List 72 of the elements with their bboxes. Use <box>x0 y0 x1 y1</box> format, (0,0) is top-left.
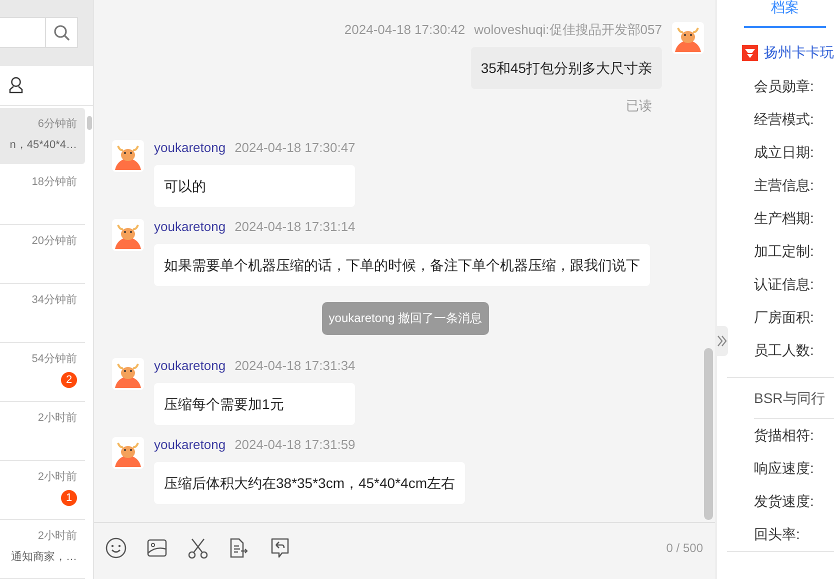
message-time: 2024-04-18 17:30:47 <box>234 140 356 156</box>
document-icon[interactable] <box>229 538 249 558</box>
conversation-time: 18分钟前 <box>32 175 77 189</box>
conversation-time: 2小时前 <box>38 411 77 425</box>
conversation-time: 54分钟前 <box>32 352 77 366</box>
message-bubble: 35和45打包分别多大尺寸亲 <box>470 47 662 89</box>
rating-label: 响应速度: <box>754 459 815 478</box>
expand-handle[interactable] <box>715 326 728 356</box>
field-label: 加工定制: <box>754 242 815 261</box>
read-receipt: 已读 <box>626 97 652 115</box>
sender-name[interactable]: youkaretong <box>154 140 226 156</box>
conversation-item[interactable]: 20分钟前 <box>0 225 85 284</box>
unread-badge: 2 <box>61 372 77 388</box>
conversation-item[interactable]: 54分钟前 2 <box>0 343 85 402</box>
unread-badge: 1 <box>61 490 77 506</box>
avatar-icon <box>112 358 144 390</box>
scissors-icon[interactable] <box>187 537 209 559</box>
message-bubble: 压缩每个需要加1元 <box>154 383 356 425</box>
message-preview: n，45*40*4… <box>10 138 77 152</box>
conversation-time: 20分钟前 <box>32 234 77 248</box>
message-preview: 通知商家，… <box>11 550 77 564</box>
shop-name[interactable]: 扬州卡卡玩 <box>764 44 834 62</box>
emoji-icon[interactable] <box>105 537 127 559</box>
conversation-item[interactable]: 6分钟前 n，45*40*4… <box>0 108 85 164</box>
conversation-time: 34分钟前 <box>32 293 77 307</box>
recall-notice: youkaretong 撤回了一条消息 <box>322 302 490 335</box>
search-field[interactable] <box>0 17 78 48</box>
double-chevron-icon <box>716 335 726 347</box>
avatar-icon <box>112 140 144 172</box>
message-bubble: 如果需要单个机器压缩的话，下单的时候，备注下单个机器压缩，跟我们说下 <box>154 244 650 286</box>
field-label: 认证信息: <box>754 275 815 294</box>
message-time: 2024-04-18 17:31:59 <box>234 437 356 453</box>
profile-tab[interactable]: 档案 <box>744 0 826 28</box>
conversation-item[interactable]: 34分钟前 <box>0 284 85 343</box>
scrollbar-thumb[interactable] <box>704 348 713 520</box>
character-counter: 0 / 500 <box>666 541 703 555</box>
conversation-item[interactable]: 2小时前 <box>0 402 85 461</box>
field-label: 经营模式: <box>754 110 815 129</box>
message-bubble: 可以的 <box>154 165 356 207</box>
field-label: 成立日期: <box>754 143 815 162</box>
field-label: 员工人数: <box>754 341 815 360</box>
conversation-time: 2小时前 <box>38 529 77 543</box>
rating-label: 回头率: <box>754 525 801 544</box>
conversation-time: 6分钟前 <box>38 117 77 131</box>
person-icon[interactable] <box>8 76 24 94</box>
conversation-item[interactable]: 18分钟前 <box>0 166 85 225</box>
field-label: 会员勋章: <box>754 77 815 96</box>
image-icon[interactable] <box>147 539 167 557</box>
conversation-item[interactable]: 2小时前 通知商家，… <box>0 520 85 579</box>
sender-name[interactable]: youkaretong <box>154 219 226 235</box>
conversation-item[interactable]: 2小时前 1 <box>0 461 85 520</box>
field-label: 厂房面积: <box>754 308 815 327</box>
reply-icon[interactable] <box>269 537 291 559</box>
message-time: 2024-04-18 17:30:42 <box>344 22 466 38</box>
sender-name: woloveshuqi:促佳搜品开发部057 <box>474 22 662 38</box>
message-time: 2024-04-18 17:31:34 <box>234 358 356 374</box>
rating-label: 发货速度: <box>754 492 815 511</box>
shop-icon <box>742 45 758 61</box>
message-bubble: 压缩后体积大约在38*35*3cm，45*40*4cm左右 <box>154 462 465 504</box>
avatar-icon <box>112 437 144 469</box>
conversation-time: 2小时前 <box>38 470 77 484</box>
sender-name[interactable]: youkaretong <box>154 358 226 374</box>
section-title: BSR与同行 <box>754 378 834 419</box>
avatar-icon <box>672 22 704 54</box>
scrollbar-thumb[interactable] <box>87 116 92 130</box>
search-icon <box>52 24 70 42</box>
field-label: 主营信息: <box>754 176 815 195</box>
field-label: 生产档期: <box>754 209 815 228</box>
sender-name[interactable]: youkaretong <box>154 437 226 453</box>
rating-label: 货描相符: <box>754 426 815 445</box>
message-time: 2024-04-18 17:31:14 <box>234 219 356 235</box>
avatar-icon <box>112 219 144 251</box>
